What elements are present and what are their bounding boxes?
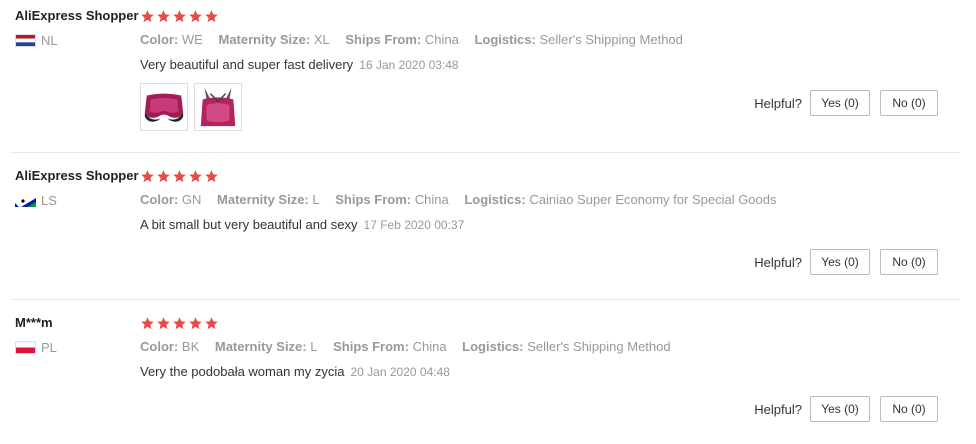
star-icon bbox=[205, 10, 218, 23]
review-divider bbox=[10, 299, 960, 300]
rating-stars bbox=[140, 169, 219, 184]
review-photo[interactable] bbox=[140, 83, 188, 131]
star-icon bbox=[141, 317, 154, 330]
attr-value: XL bbox=[313, 32, 330, 47]
comment-text: Very beautiful and super fast delivery bbox=[140, 57, 354, 72]
review-date: 20 Jan 2020 04:48 bbox=[350, 365, 450, 379]
star-icon bbox=[141, 170, 154, 183]
reviewer-country: LS bbox=[15, 193, 57, 208]
attr-key: Ships From: bbox=[335, 192, 412, 207]
review-date: 16 Jan 2020 03:48 bbox=[359, 58, 459, 72]
review-comment: Very beautiful and super fast delivery 16… bbox=[140, 57, 459, 72]
review-date: 17 Feb 2020 00:37 bbox=[363, 218, 465, 232]
attr-value: Seller's Shipping Method bbox=[539, 32, 683, 47]
helpful-yes-button[interactable]: Yes (0) bbox=[810, 90, 870, 116]
attr-key: Logistics: bbox=[464, 192, 526, 207]
attr-value: BK bbox=[181, 339, 200, 354]
ls-flag-icon bbox=[15, 194, 36, 207]
helpful-section: Helpful? Yes (0) No (0) bbox=[754, 249, 938, 275]
star-icon bbox=[141, 10, 154, 23]
reviewer-country: NL bbox=[15, 33, 58, 48]
attr-value: L bbox=[310, 339, 318, 354]
attr-key: Color: bbox=[140, 192, 179, 207]
helpful-label: Helpful? bbox=[754, 254, 802, 270]
review-item: AliExpress Shopper LS Color: GN Maternit… bbox=[0, 160, 960, 300]
product-attributes: Color: BK Maternity Size: L Ships From: … bbox=[140, 339, 683, 354]
review-comment: Very the podobała woman my zycia 20 Jan 2… bbox=[140, 364, 450, 379]
country-code: LS bbox=[41, 193, 57, 208]
helpful-label: Helpful? bbox=[754, 401, 802, 417]
reviewer-name: AliExpress Shopper bbox=[15, 168, 139, 183]
helpful-no-button[interactable]: No (0) bbox=[880, 249, 938, 275]
review-item: AliExpress Shopper NL Color: WE Maternit… bbox=[0, 0, 960, 152]
star-icon bbox=[173, 10, 186, 23]
star-icon bbox=[189, 317, 202, 330]
attr-value: WE bbox=[181, 32, 203, 47]
star-icon bbox=[205, 317, 218, 330]
product-attributes: Color: GN Maternity Size: L Ships From: … bbox=[140, 192, 789, 207]
helpful-no-button[interactable]: No (0) bbox=[880, 396, 938, 422]
review-divider bbox=[10, 152, 960, 153]
star-icon bbox=[189, 10, 202, 23]
attr-key: Ships From: bbox=[345, 32, 422, 47]
pl-flag-icon bbox=[15, 341, 36, 354]
attr-key: Color: bbox=[140, 32, 179, 47]
country-code: NL bbox=[41, 33, 58, 48]
country-code: PL bbox=[41, 340, 57, 355]
rating-stars bbox=[140, 9, 219, 24]
attr-value: China bbox=[424, 32, 459, 47]
reviewer-name: M***m bbox=[15, 315, 53, 330]
attr-key: Color: bbox=[140, 339, 179, 354]
review-comment: A bit small but very beautiful and sexy 1… bbox=[140, 217, 464, 232]
star-icon bbox=[173, 317, 186, 330]
helpful-section: Helpful? Yes (0) No (0) bbox=[754, 396, 938, 422]
star-icon bbox=[157, 317, 170, 330]
review-item: M***m PL Color: BK Maternity Size: L Shi… bbox=[0, 307, 960, 444]
star-icon bbox=[205, 170, 218, 183]
helpful-section: Helpful? Yes (0) No (0) bbox=[754, 90, 938, 116]
reviewer-country: PL bbox=[15, 340, 57, 355]
attr-value: China bbox=[414, 192, 449, 207]
helpful-yes-button[interactable]: Yes (0) bbox=[810, 249, 870, 275]
product-attributes: Color: WE Maternity Size: XL Ships From:… bbox=[140, 32, 695, 47]
attr-key: Logistics: bbox=[462, 339, 524, 354]
attr-key: Ships From: bbox=[333, 339, 409, 354]
comment-text: Very the podobała woman my zycia bbox=[140, 364, 345, 379]
attr-value: China bbox=[412, 339, 447, 354]
star-icon bbox=[173, 170, 186, 183]
comment-text: A bit small but very beautiful and sexy bbox=[140, 217, 358, 232]
review-photos bbox=[140, 83, 242, 131]
attr-key: Maternity Size: bbox=[214, 339, 307, 354]
helpful-label: Helpful? bbox=[754, 95, 802, 111]
star-icon bbox=[157, 170, 170, 183]
attr-key: Maternity Size: bbox=[217, 192, 309, 207]
nl-flag-icon bbox=[15, 34, 36, 47]
attr-key: Maternity Size: bbox=[218, 32, 311, 47]
reviewer-name: AliExpress Shopper bbox=[15, 8, 139, 23]
attr-value: GN bbox=[181, 192, 202, 207]
attr-key: Logistics: bbox=[474, 32, 536, 47]
review-photo[interactable] bbox=[194, 83, 242, 131]
helpful-no-button[interactable]: No (0) bbox=[880, 90, 938, 116]
star-icon bbox=[189, 170, 202, 183]
star-icon bbox=[157, 10, 170, 23]
attr-value: Cainiao Super Economy for Special Goods bbox=[529, 192, 777, 207]
attr-value: Seller's Shipping Method bbox=[527, 339, 671, 354]
attr-value: L bbox=[312, 192, 320, 207]
helpful-yes-button[interactable]: Yes (0) bbox=[810, 396, 870, 422]
rating-stars bbox=[140, 316, 219, 331]
